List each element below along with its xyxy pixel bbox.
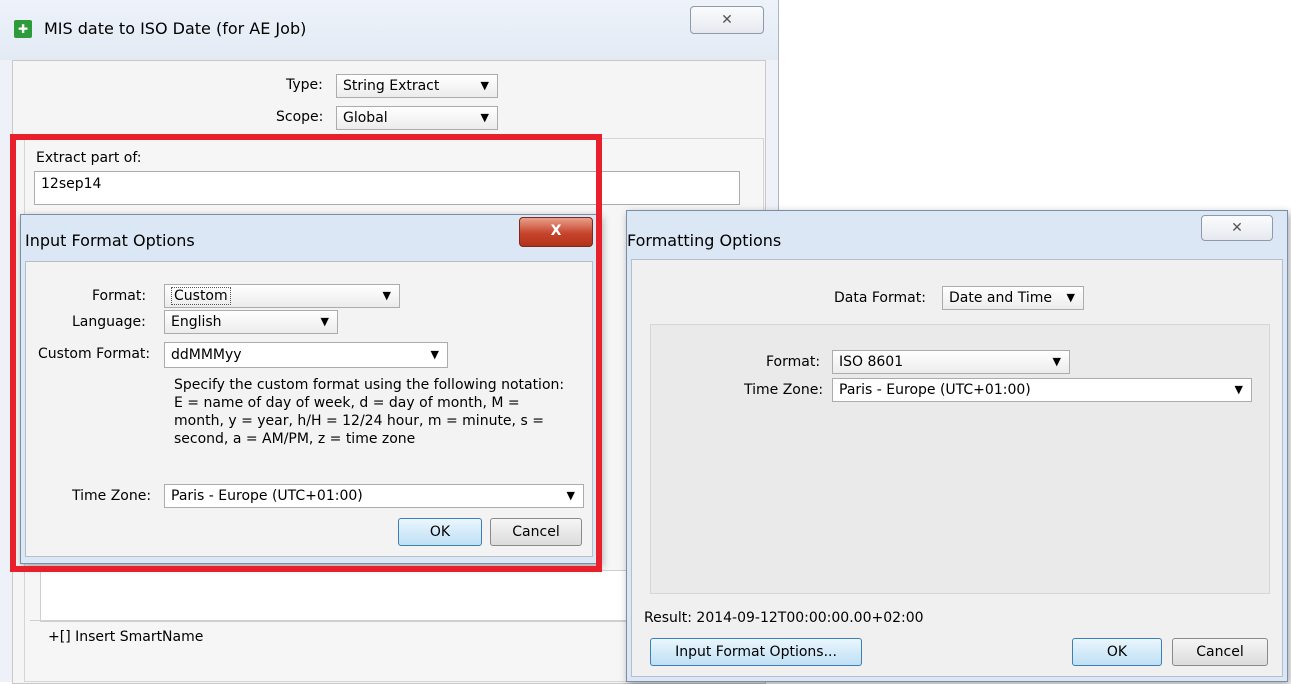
scope-select[interactable]: Global ▼ [336,106,498,130]
data-format-select-value: Date and Time [949,290,1052,306]
input-format-options-button[interactable]: Input Format Options... [650,638,862,666]
custom-format-value: ddMMMyy [171,347,242,363]
smartnames-icon: ✚ [14,20,32,38]
formatting-timezone-value: Paris - Europe (UTC+01:00) [839,382,1031,398]
language-select-value: English [171,314,222,330]
type-select[interactable]: String Extract ▼ [336,74,498,98]
notation-help-line: second, a = AM/PM, z = time zone [174,431,416,447]
formatting-body: Data Format: Date and Time ▼ Format: ISO… [631,259,1283,677]
chevron-down-icon: ▼ [1052,355,1061,368]
custom-format-label: Custom Format: [38,346,151,362]
chevron-down-icon: ▼ [320,315,329,328]
divider [30,620,628,621]
custom-format-combo[interactable]: ddMMMyy ▼ [164,342,448,368]
cancel-button[interactable]: Cancel [1172,638,1268,666]
input-format-dialog: Input Format Options X Format: Custom ▼ … [20,214,600,564]
notation-help-line: month, y = year, h/H = 12/24 hour, m = m… [174,413,544,429]
timezone-select-value: Paris - Europe (UTC+01:00) [171,488,363,504]
data-format-select[interactable]: Date and Time ▼ [942,286,1084,310]
chevron-down-icon: ▼ [566,489,575,502]
chevron-down-icon: ▼ [382,289,391,302]
extract-input[interactable]: 12sep14 [34,171,740,205]
formatting-dialog-title: Formatting Options [627,231,782,250]
ok-button[interactable]: OK [398,518,482,546]
chevron-down-icon: ▼ [1234,383,1243,396]
close-icon[interactable]: X [519,217,593,247]
chevron-down-icon: ▼ [430,348,439,361]
input-format-dialog-title: Input Format Options [25,231,195,250]
formatting-options-dialog: Formatting Options ✕ Data Format: Date a… [626,210,1288,682]
notation-help-line: Specify the custom format using the foll… [174,377,565,393]
formatting-timezone-label: Time Zone: [744,382,824,398]
chevron-down-icon: ▼ [480,79,489,92]
input-format-body: Format: Custom ▼ Language: English ▼ Cus… [25,261,593,557]
cancel-button[interactable]: Cancel [490,518,582,546]
extract-label: Extract part of: [36,150,142,166]
format-label: Format: [92,288,147,304]
result-text: Result: 2014-09-12T00:00:00.00+02:00 [644,610,924,626]
ok-button[interactable]: OK [1072,638,1162,666]
data-format-label: Data Format: [834,290,926,306]
notation-help-line: E = name of day of week, d = day of mont… [174,395,520,411]
type-label: Type: [286,77,323,93]
type-select-value: String Extract [343,78,440,94]
scope-label: Scope: [276,109,324,125]
main-window-title: MIS date to ISO Date (for AE Job) [44,19,307,38]
close-icon[interactable]: ✕ [690,6,764,34]
smartname-text-area[interactable] [40,570,628,622]
format-select[interactable]: Custom ▼ [164,284,400,308]
close-icon[interactable]: ✕ [1201,215,1273,241]
format-select-value: Custom [171,287,231,305]
iso-format-label: Format: [766,354,821,370]
scope-select-value: Global [343,110,388,126]
chevron-down-icon: ▼ [1066,291,1075,304]
language-select[interactable]: English ▼ [164,310,338,334]
chevron-down-icon: ▼ [480,111,489,124]
notation-help: Specify the custom format using the foll… [174,376,584,448]
iso-format-select-value: ISO 8601 [839,354,904,370]
iso-format-select[interactable]: ISO 8601 ▼ [832,350,1070,374]
formatting-timezone-select[interactable]: Paris - Europe (UTC+01:00) ▼ [832,378,1252,402]
insert-smartname-link[interactable]: +[] Insert SmartName [48,629,203,645]
language-label: Language: [72,314,146,330]
timezone-select[interactable]: Paris - Europe (UTC+01:00) ▼ [164,484,584,508]
timezone-label: Time Zone: [72,488,152,504]
